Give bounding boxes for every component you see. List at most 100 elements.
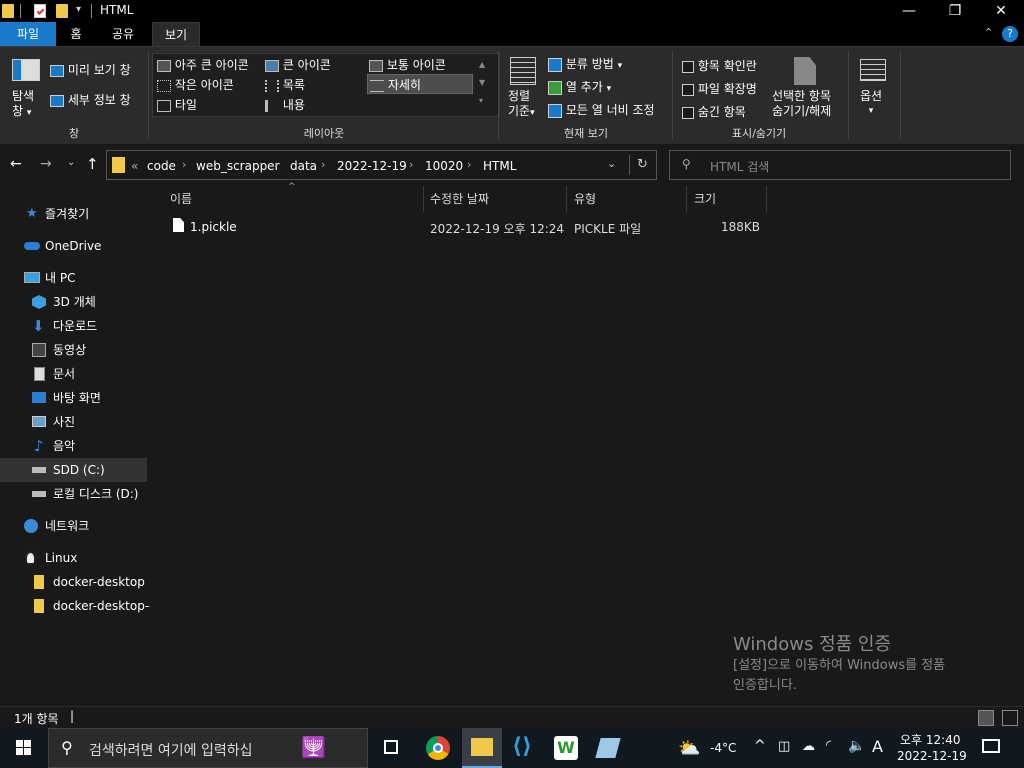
properties-icon[interactable] [34,4,46,18]
layout-large-icons[interactable]: 큰 아이콘 [265,56,331,73]
large-icons-view-toggle[interactable] [1002,710,1018,726]
details-pane-button[interactable]: 세부 정보 창 [50,91,154,109]
column-header-size[interactable]: 크기 [694,186,764,212]
notification-icon[interactable] [982,739,1000,753]
table-row[interactable]: 1.pickle 2022-12-19 오후 12:24 PICKLE 파일 1… [166,214,766,236]
size-all-columns-button[interactable]: 모든 열 너비 조정 [548,101,655,118]
column-header-type[interactable]: 유형 [574,186,684,212]
gallery-scroll[interactable]: ▲ ▼ ▾ [479,56,485,110]
start-button[interactable] [4,728,44,768]
address-history-dropdown[interactable]: ⌄ [607,157,616,170]
nav-item-quick-access[interactable]: ★ 즐겨찾기 [0,202,150,226]
file-explorer-button[interactable] [462,728,502,768]
clock-date[interactable]: 2022-12-19 [897,749,967,763]
forward-button[interactable]: → [40,156,52,172]
breadcrumb-html[interactable]: HTML [483,159,516,173]
collapse-ribbon-icon[interactable]: ⌃ [984,26,993,39]
help-icon[interactable]: ? [1002,26,1018,42]
close-button[interactable]: ✕ [978,0,1024,22]
navigation-pane-button[interactable]: 탐색 창 ▾ [10,51,42,121]
breadcrumb-separator[interactable]: › [274,158,278,171]
sort-by-button[interactable]: 정렬 기준▾ [506,55,542,121]
chrome-button[interactable] [418,728,458,768]
nav-item-docker-desktop[interactable]: docker-desktop [0,570,150,594]
back-button[interactable]: ← [10,156,22,172]
nav-item-pictures[interactable]: 사진 [0,410,150,434]
breadcrumb-separator[interactable]: › [321,158,325,171]
column-divider[interactable] [766,186,767,212]
options-button[interactable]: 옵션 ▾ [856,55,890,121]
nav-item-documents[interactable]: 문서 [0,362,150,386]
checkbox[interactable] [682,60,694,73]
search-box[interactable]: ⚲ HTML 검색 [669,150,1011,180]
wifi-icon[interactable]: ◜ [826,738,831,753]
nav-item-drive-d[interactable]: 로컬 디스크 (D:) [0,482,150,506]
preview-pane-button[interactable]: 미리 보기 창 [50,61,154,79]
breadcrumb-date[interactable]: 2022-12-19 [337,159,407,173]
layout-tiles[interactable]: 타일 [157,96,197,113]
new-folder-icon[interactable] [56,4,68,18]
refresh-icon[interactable]: ↻ [637,157,648,172]
nav-item-desktop[interactable]: 바탕 화면 [0,386,150,410]
minimize-button[interactable]: — [886,0,932,22]
hidden-items-option[interactable]: 숨긴 항목 [682,103,746,120]
column-divider[interactable] [566,186,567,212]
column-divider[interactable] [686,186,687,212]
breadcrumb-separator[interactable]: › [409,158,413,171]
address-bar[interactable]: « code › web_scrapper › data › 2022-12-1… [106,150,657,180]
weather-temp[interactable]: -4°C [710,741,736,755]
ime-indicator[interactable]: A [872,737,883,756]
nav-item-3d-objects[interactable]: 3D 개체 [0,290,150,314]
app-notes-button[interactable] [588,728,628,768]
show-hidden-icons[interactable]: ^ [754,738,766,754]
vscode-button[interactable]: ⟨⟩ [504,728,544,768]
onedrive-tray-icon[interactable]: ☁ [802,739,815,754]
column-header-name[interactable]: 이름 [170,186,420,212]
weather-icon[interactable]: ⛅ [678,738,700,759]
checkbox[interactable] [682,83,694,96]
clock-time[interactable]: 오후 12:40 [900,731,960,748]
nav-item-music[interactable]: ♪ 음악 [0,434,150,458]
breadcrumb-10020[interactable]: 10020 [425,159,463,173]
recent-locations-button[interactable]: ⌄ [67,157,75,168]
breadcrumb-overflow[interactable]: « [131,159,138,173]
nav-item-onedrive[interactable]: OneDrive [0,234,150,258]
tab-share[interactable]: 공유 [104,22,142,46]
breadcrumb-data[interactable]: data [290,159,317,173]
volume-icon[interactable]: 🔈 [848,738,865,754]
hide-selected-button[interactable]: 선택한 항목 숨기기/해제 [772,55,842,121]
breadcrumb-web-scrapper[interactable]: web_scrapper [196,159,280,173]
details-view-toggle[interactable] [978,710,994,726]
customize-quick-access-icon[interactable]: ▾ [76,4,81,15]
nav-item-downloads[interactable]: ⬇ 다운로드 [0,314,150,338]
meet-icon[interactable]: ◫ [778,739,790,754]
nav-item-drive-c[interactable]: SDD (C:) [0,458,147,482]
tab-home[interactable]: 홈 [60,22,92,46]
item-checkboxes-option[interactable]: 항목 확인란 [682,57,757,74]
breadcrumb-separator[interactable]: › [467,158,471,171]
nav-item-network[interactable]: 네트워크 [0,514,150,538]
nav-item-docker-desktop-data[interactable]: docker-desktop-d [0,594,150,618]
column-header-modified[interactable]: 수정한 날짜 [430,186,560,212]
tab-view[interactable]: 보기 [152,22,200,46]
taskbar-search[interactable]: ⚲ 검색하려면 여기에 입력하십 🕎 [48,728,368,768]
group-by-button[interactable]: 분류 방법 ▾ [548,55,622,72]
app-w-button[interactable]: W [546,728,586,768]
breadcrumb-code[interactable]: code [147,159,176,173]
add-columns-button[interactable]: 열 추가 ▾ [548,78,611,95]
layout-list[interactable]: 목록 [265,76,305,93]
layout-small-icons[interactable]: 작은 아이콘 [157,76,234,93]
column-divider[interactable] [423,186,424,212]
breadcrumb-separator[interactable]: › [182,158,186,171]
nav-item-videos[interactable]: 동영상 [0,338,150,362]
task-view-button[interactable] [372,728,412,768]
layout-details[interactable]: 자세히 [367,74,473,94]
maximize-button[interactable]: ❐ [932,0,978,22]
checkbox[interactable] [682,106,694,119]
layout-extra-large-icons[interactable]: 아주 큰 아이콘 [157,56,249,73]
nav-item-linux[interactable]: Linux [0,546,150,570]
layout-content[interactable]: 내용 [265,96,305,113]
nav-item-this-pc[interactable]: 내 PC [0,266,150,290]
layout-medium-icons[interactable]: 보통 아이콘 [369,56,446,73]
up-button[interactable]: ↑ [86,155,99,173]
